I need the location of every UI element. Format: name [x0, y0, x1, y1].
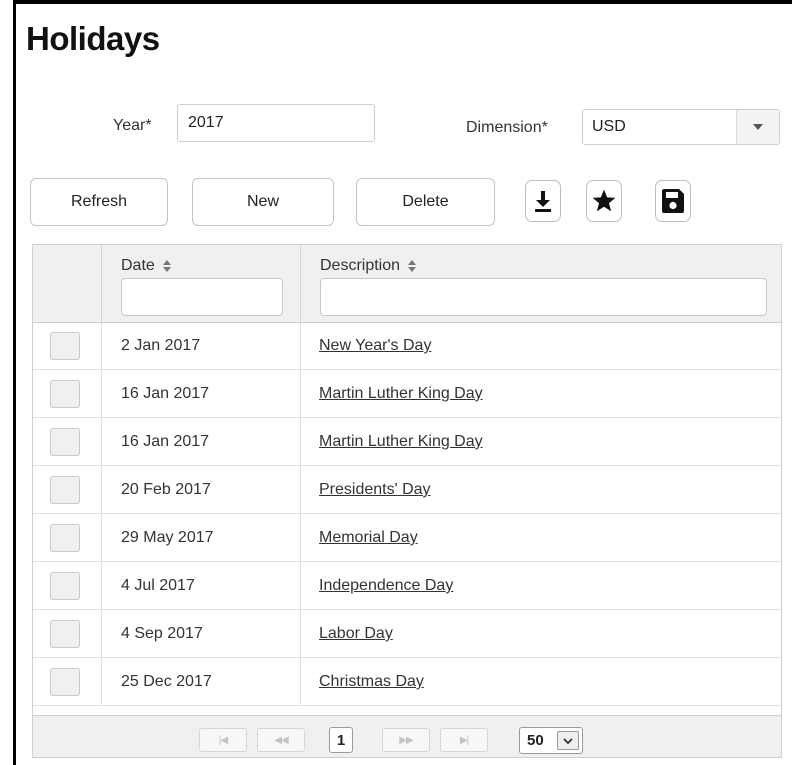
table-row[interactable]: 25 Dec 2017 Christmas Day [33, 658, 781, 706]
holidays-table: Date Description 2 Jan 2017 New Year's D… [32, 244, 782, 758]
sort-icon [408, 260, 417, 272]
date-column-label: Date [121, 257, 155, 274]
next-page-button[interactable]: ▶▶ [382, 728, 430, 752]
first-page-button[interactable]: |◀ [199, 728, 247, 752]
table-row[interactable]: 20 Feb 2017 Presidents' Day [33, 466, 781, 514]
page-size-value: 50 [527, 732, 544, 749]
description-column-header: Description [301, 245, 781, 322]
dimension-select[interactable]: USD [582, 109, 780, 145]
date-cell: 2 Jan 2017 [102, 322, 301, 370]
description-filter-input[interactable] [320, 278, 767, 316]
date-cell: 4 Jul 2017 [102, 562, 301, 610]
download-button[interactable] [525, 180, 561, 222]
dimension-select-value: USD [592, 118, 626, 135]
dimension-label: Dimension* [466, 119, 548, 136]
table-row[interactable]: 4 Jul 2017 Independence Day [33, 562, 781, 610]
row-checkbox[interactable] [50, 572, 80, 600]
row-checkbox[interactable] [50, 476, 80, 504]
table-row[interactable]: 16 Jan 2017 Martin Luther King Day [33, 418, 781, 466]
last-page-button[interactable]: ▶| [440, 728, 488, 752]
date-cell: 16 Jan 2017 [102, 370, 301, 418]
download-icon [535, 191, 551, 212]
description-link[interactable]: Labor Day [319, 625, 393, 643]
row-checkbox[interactable] [50, 524, 80, 552]
table-row[interactable]: 29 May 2017 Memorial Day [33, 514, 781, 562]
new-button[interactable]: New [192, 178, 334, 226]
current-page-indicator[interactable]: 1 [329, 727, 353, 753]
description-link[interactable]: Martin Luther King Day [319, 433, 483, 451]
date-cell: 20 Feb 2017 [102, 466, 301, 514]
save-button[interactable] [655, 180, 691, 222]
page-title: Holidays [26, 20, 160, 57]
row-checkbox[interactable] [50, 332, 80, 360]
save-icon [662, 189, 684, 213]
page-size-dropdown-button[interactable] [557, 731, 579, 750]
row-checkbox[interactable] [50, 668, 80, 696]
table-row[interactable]: 4 Sep 2017 Labor Day [33, 610, 781, 658]
sort-icon [162, 260, 171, 272]
select-column-header [33, 245, 102, 322]
frame-border-left [13, 0, 16, 765]
delete-button[interactable]: Delete [356, 178, 495, 226]
row-checkbox[interactable] [50, 620, 80, 648]
chevron-down-icon [753, 124, 763, 130]
dimension-dropdown-button[interactable] [736, 110, 779, 144]
description-column-label: Description [320, 257, 401, 274]
year-label: Year* [113, 117, 152, 134]
pagination-bar: |◀ ◀◀ 1 ▶▶ ▶| 50 [33, 715, 781, 757]
date-cell: 29 May 2017 [102, 514, 301, 562]
date-cell: 25 Dec 2017 [102, 658, 301, 706]
description-link[interactable]: Independence Day [319, 577, 453, 595]
description-link[interactable]: Christmas Day [319, 673, 424, 691]
description-sort-toggle[interactable]: Description [320, 257, 417, 275]
description-link[interactable]: New Year's Day [319, 337, 431, 355]
chevron-down-icon [563, 737, 573, 744]
date-cell: 4 Sep 2017 [102, 610, 301, 658]
refresh-button[interactable]: Refresh [30, 178, 168, 226]
year-input-value: 2017 [188, 114, 224, 131]
description-link[interactable]: Presidents' Day [319, 481, 431, 499]
year-input[interactable]: 2017 [177, 104, 375, 142]
table-row[interactable]: 2 Jan 2017 New Year's Day [33, 322, 781, 370]
row-checkbox[interactable] [50, 380, 80, 408]
row-checkbox[interactable] [50, 428, 80, 456]
date-sort-toggle[interactable]: Date [121, 257, 171, 275]
table-header: Date Description [33, 245, 781, 323]
date-column-header: Date [102, 245, 301, 322]
star-icon [592, 189, 616, 212]
previous-page-button[interactable]: ◀◀ [257, 728, 305, 752]
description-link[interactable]: Memorial Day [319, 529, 418, 547]
frame-border-top [13, 0, 792, 4]
page-size-select[interactable]: 50 [519, 727, 583, 754]
table-row[interactable]: 16 Jan 2017 Martin Luther King Day [33, 370, 781, 418]
date-filter-input[interactable] [121, 278, 283, 316]
description-link[interactable]: Martin Luther King Day [319, 385, 483, 403]
date-cell: 16 Jan 2017 [102, 418, 301, 466]
favorite-button[interactable] [586, 180, 622, 222]
